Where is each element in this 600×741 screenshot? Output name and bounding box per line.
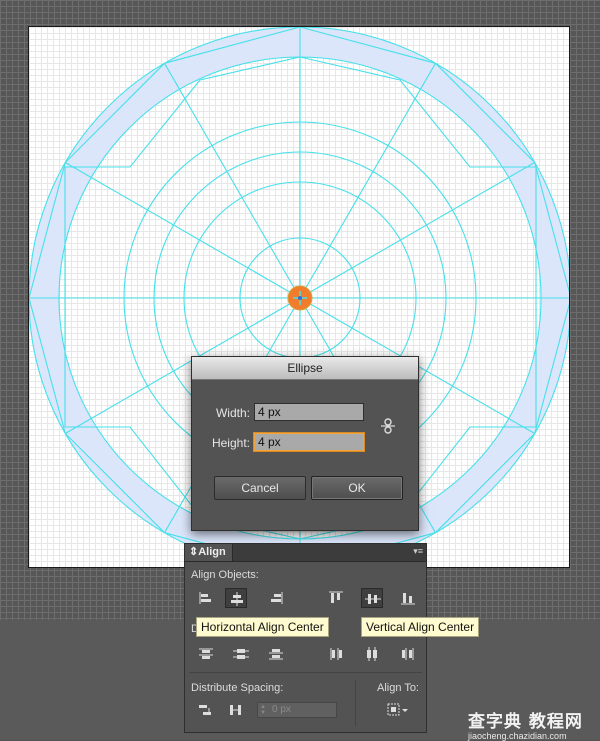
height-field[interactable] (254, 433, 364, 451)
cancel-button[interactable]: Cancel (214, 476, 306, 500)
horizontal-distribute-center-button[interactable] (361, 644, 383, 664)
panel-tabbar: ⇕Align ▾≡ (185, 544, 426, 562)
tooltip-horizontal-align-center: Horizontal Align Center (196, 617, 329, 637)
spacing-stepper-icon[interactable]: ▲ ▼ (260, 704, 266, 716)
panel-collapse-icon[interactable]: ⇕ (189, 546, 198, 558)
watermark-title: 查字典 教程网 (468, 712, 583, 732)
height-row: Height: (192, 433, 418, 453)
spacing-field[interactable]: ▲ ▼ 0 px (257, 702, 337, 718)
horizontal-distribute-right-button[interactable] (397, 644, 419, 664)
vertical-distribute-top-button[interactable] (195, 644, 217, 664)
height-label: Height: (211, 436, 250, 450)
horizontal-distribute-space-button[interactable] (225, 700, 247, 720)
align-panel: ⇕Align ▾≡ Align Objects: D Distribute Sp… (184, 543, 427, 733)
panel-menu-icon[interactable]: ▾≡ (413, 546, 423, 557)
vertical-align-bottom-button[interactable] (397, 588, 419, 608)
spacing-value: 0 px (272, 704, 291, 715)
horizontal-distribute-left-button[interactable] (325, 644, 347, 664)
vertical-align-top-button[interactable] (325, 588, 347, 608)
align-to-label: Align To: (377, 682, 419, 694)
vertical-distribute-space-button[interactable] (195, 700, 217, 720)
vertical-distribute-center-button[interactable] (230, 644, 252, 664)
watermark: 查字典 教程网 jiaocheng.chazidian.com (468, 707, 596, 741)
width-label: Width: (215, 406, 250, 420)
panel-divider (189, 672, 422, 673)
horizontal-align-left-button[interactable] (195, 588, 217, 608)
align-to-dropdown[interactable] (385, 700, 411, 720)
vertical-distribute-bottom-button[interactable] (265, 644, 287, 664)
width-field[interactable] (254, 403, 364, 421)
tab-align[interactable]: ⇕Align (185, 544, 233, 561)
horizontal-align-right-button[interactable] (265, 588, 287, 608)
align-objects-label: Align Objects: (191, 569, 259, 581)
panel-divider-vertical (355, 680, 356, 726)
horizontal-align-center-button[interactable] (225, 588, 247, 608)
ok-button[interactable]: OK (311, 476, 403, 500)
constrain-proportions-icon[interactable] (380, 417, 396, 435)
selected-ellipse[interactable] (287, 285, 313, 311)
tab-align-label: Align (198, 546, 226, 558)
distribute-spacing-label: Distribute Spacing: (191, 682, 284, 694)
dialog-title: Ellipse (192, 357, 418, 380)
tooltip-vertical-align-center: Vertical Align Center (361, 617, 480, 637)
ellipse-dialog: Ellipse Width: Height: Cancel OK (191, 356, 419, 531)
vertical-align-center-button[interactable] (361, 588, 383, 608)
